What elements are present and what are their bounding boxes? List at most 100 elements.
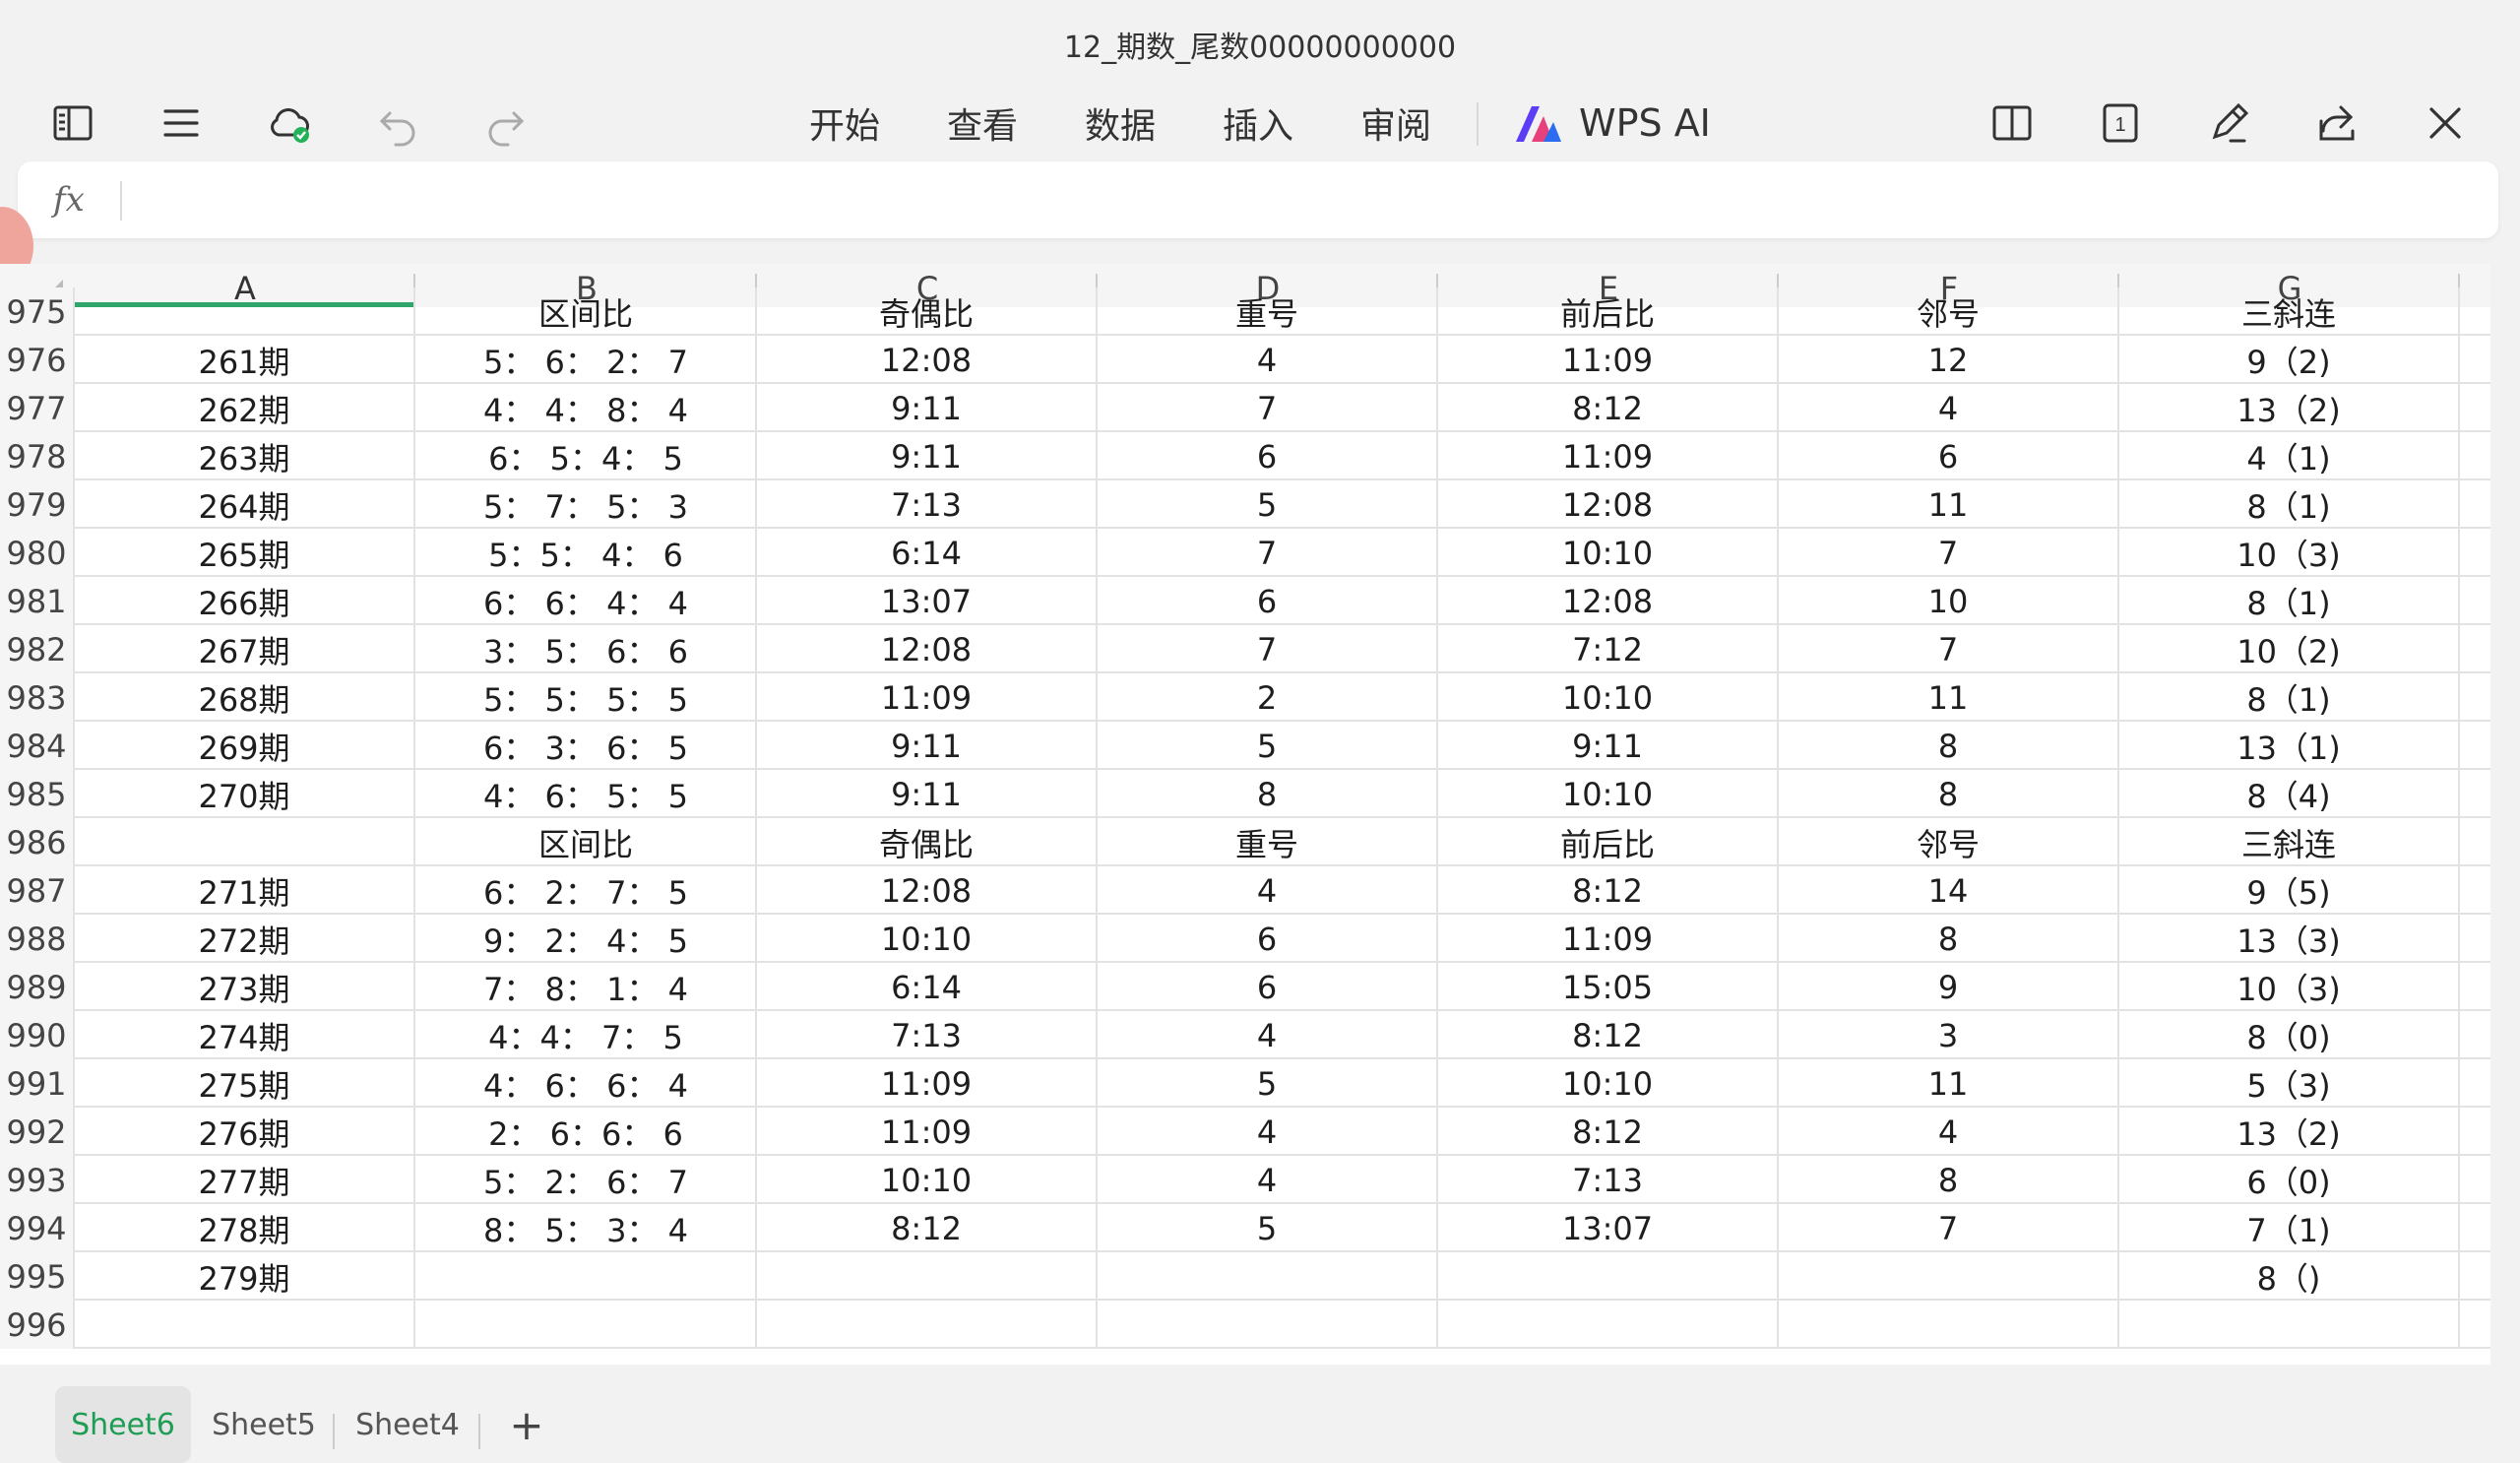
cell-e[interactable]: 8:12 [1438, 1108, 1779, 1156]
page-count-icon[interactable]: 1 [2081, 89, 2160, 158]
cell-g[interactable]: 13（2) [2119, 384, 2460, 432]
cell-d[interactable]: 6 [1098, 915, 1438, 963]
cell-e[interactable]: 11:09 [1438, 336, 1779, 384]
cell-a[interactable] [75, 1301, 415, 1349]
cell-g[interactable]: 10（3) [2119, 963, 2460, 1011]
cell-e[interactable]: 12:08 [1438, 480, 1779, 529]
cell-c[interactable]: 9:11 [757, 722, 1098, 770]
cell-g[interactable]: 7（1) [2119, 1204, 2460, 1252]
cell-d[interactable]: 6 [1098, 577, 1438, 625]
cell-a[interactable]: 272期 [75, 915, 415, 963]
cell-a[interactable]: 278期 [75, 1204, 415, 1252]
cell-d[interactable]: 7 [1098, 529, 1438, 577]
cell-f[interactable]: 4 [1779, 384, 2119, 432]
cell-g[interactable]: 8（1) [2119, 480, 2460, 529]
cell-c[interactable]: 7:13 [757, 1011, 1098, 1059]
cell-g[interactable]: 13（3) [2119, 915, 2460, 963]
cell-b[interactable]: 6： 5：4： 5 [416, 432, 757, 480]
cell-a[interactable]: 270期 [75, 770, 415, 818]
cell-c[interactable]: 6:14 [757, 529, 1098, 577]
cell-b[interactable]: 5： 2： 6： 7 [416, 1156, 757, 1204]
cell-f[interactable]: 12 [1779, 336, 2119, 384]
cell-c[interactable]: 12:08 [757, 866, 1098, 915]
row-number[interactable]: 986 [0, 818, 75, 866]
cell-d[interactable]: 4 [1098, 1108, 1438, 1156]
cell-c[interactable] [757, 1301, 1098, 1349]
cell-e[interactable]: 10:10 [1438, 529, 1779, 577]
row-number[interactable]: 976 [0, 336, 75, 384]
cell-c[interactable]: 奇偶比 [757, 287, 1098, 336]
cell-b[interactable]: 5： 7： 5： 3 [416, 480, 757, 529]
cell-c[interactable]: 9:11 [757, 384, 1098, 432]
cell-e[interactable]: 15:05 [1438, 963, 1779, 1011]
cell-g[interactable]: 9（5) [2119, 866, 2460, 915]
cell-f[interactable]: 8 [1779, 770, 2119, 818]
cell-b[interactable]: 3： 5： 6： 6 [416, 625, 757, 673]
cell-d[interactable]: 重号 [1098, 818, 1438, 866]
cell-d[interactable]: 2 [1098, 673, 1438, 722]
sheet-grid[interactable]: ABCDEFG 975 区间比 奇偶比 重号 前后比 邻号 三斜连 976 261期 5： 6： … [0, 264, 2490, 1367]
cell-g[interactable]: 13（2) [2119, 1108, 2460, 1156]
cell-c[interactable]: 10:10 [757, 1156, 1098, 1204]
cell-g[interactable]: 6（0) [2119, 1156, 2460, 1204]
cell-e[interactable]: 8:12 [1438, 384, 1779, 432]
row-number[interactable]: 979 [0, 480, 75, 529]
cell-c[interactable]: 13:07 [757, 577, 1098, 625]
cell-e[interactable] [1438, 1252, 1779, 1301]
cell-b[interactable]: 区间比 [416, 818, 757, 866]
cell-a[interactable]: 279期 [75, 1252, 415, 1301]
cell-c[interactable]: 12:08 [757, 625, 1098, 673]
cell-d[interactable]: 4 [1098, 1156, 1438, 1204]
sidebar-toggle-icon[interactable] [33, 89, 112, 158]
row-number[interactable]: 985 [0, 770, 75, 818]
cell-a[interactable]: 261期 [75, 336, 415, 384]
cell-e[interactable]: 10:10 [1438, 673, 1779, 722]
cell-g[interactable]: 8（) [2119, 1252, 2460, 1301]
cell-b[interactable]: 4： 6： 5： 5 [416, 770, 757, 818]
row-number[interactable]: 977 [0, 384, 75, 432]
cell-e[interactable]: 7:13 [1438, 1156, 1779, 1204]
cell-d[interactable]: 4 [1098, 866, 1438, 915]
cell-d[interactable]: 5 [1098, 1059, 1438, 1108]
cell-b[interactable]: 5： 5： 5： 5 [416, 673, 757, 722]
cell-b[interactable] [416, 1252, 757, 1301]
cell-g[interactable]: 三斜连 [2119, 287, 2460, 336]
cell-b[interactable] [416, 1301, 757, 1349]
cell-g[interactable]: 8（1) [2119, 577, 2460, 625]
cloud-sync-icon[interactable] [250, 89, 329, 158]
cell-e[interactable]: 13:07 [1438, 1204, 1779, 1252]
cell-c[interactable]: 12:08 [757, 336, 1098, 384]
cell-d[interactable]: 6 [1098, 432, 1438, 480]
cell-g[interactable]: 8（0) [2119, 1011, 2460, 1059]
cell-g[interactable]: 10（2) [2119, 625, 2460, 673]
cell-g[interactable]: 13（1) [2119, 722, 2460, 770]
cell-a[interactable] [75, 818, 415, 866]
share-icon[interactable] [2298, 89, 2376, 158]
sheet-tab-sheet4[interactable]: Sheet4 [346, 1386, 469, 1463]
cell-f[interactable]: 11 [1779, 1059, 2119, 1108]
cell-g[interactable]: 5（3) [2119, 1059, 2460, 1108]
cell-b[interactable]: 5：5： 4： 6 [416, 529, 757, 577]
cell-a[interactable]: 267期 [75, 625, 415, 673]
cell-f[interactable]: 8 [1779, 722, 2119, 770]
redo-icon[interactable] [467, 89, 545, 158]
cell-a[interactable]: 275期 [75, 1059, 415, 1108]
cell-g[interactable] [2119, 1301, 2460, 1349]
close-icon[interactable] [2406, 89, 2485, 158]
cell-e[interactable]: 10:10 [1438, 1059, 1779, 1108]
cell-d[interactable]: 重号 [1098, 287, 1438, 336]
cell-c[interactable]: 10:10 [757, 915, 1098, 963]
cell-g[interactable]: 10（3) [2119, 529, 2460, 577]
cell-d[interactable] [1098, 1301, 1438, 1349]
cell-g[interactable]: 8（4) [2119, 770, 2460, 818]
row-number[interactable]: 989 [0, 963, 75, 1011]
row-number[interactable]: 996 [0, 1301, 75, 1349]
cell-f[interactable]: 11 [1779, 673, 2119, 722]
cell-a[interactable]: 273期 [75, 963, 415, 1011]
cell-c[interactable]: 11:09 [757, 673, 1098, 722]
cell-d[interactable]: 8 [1098, 770, 1438, 818]
cell-c[interactable]: 6:14 [757, 963, 1098, 1011]
cell-b[interactable]: 4：4： 7： 5 [416, 1011, 757, 1059]
cell-e[interactable]: 前后比 [1438, 287, 1779, 336]
row-number[interactable]: 983 [0, 673, 75, 722]
